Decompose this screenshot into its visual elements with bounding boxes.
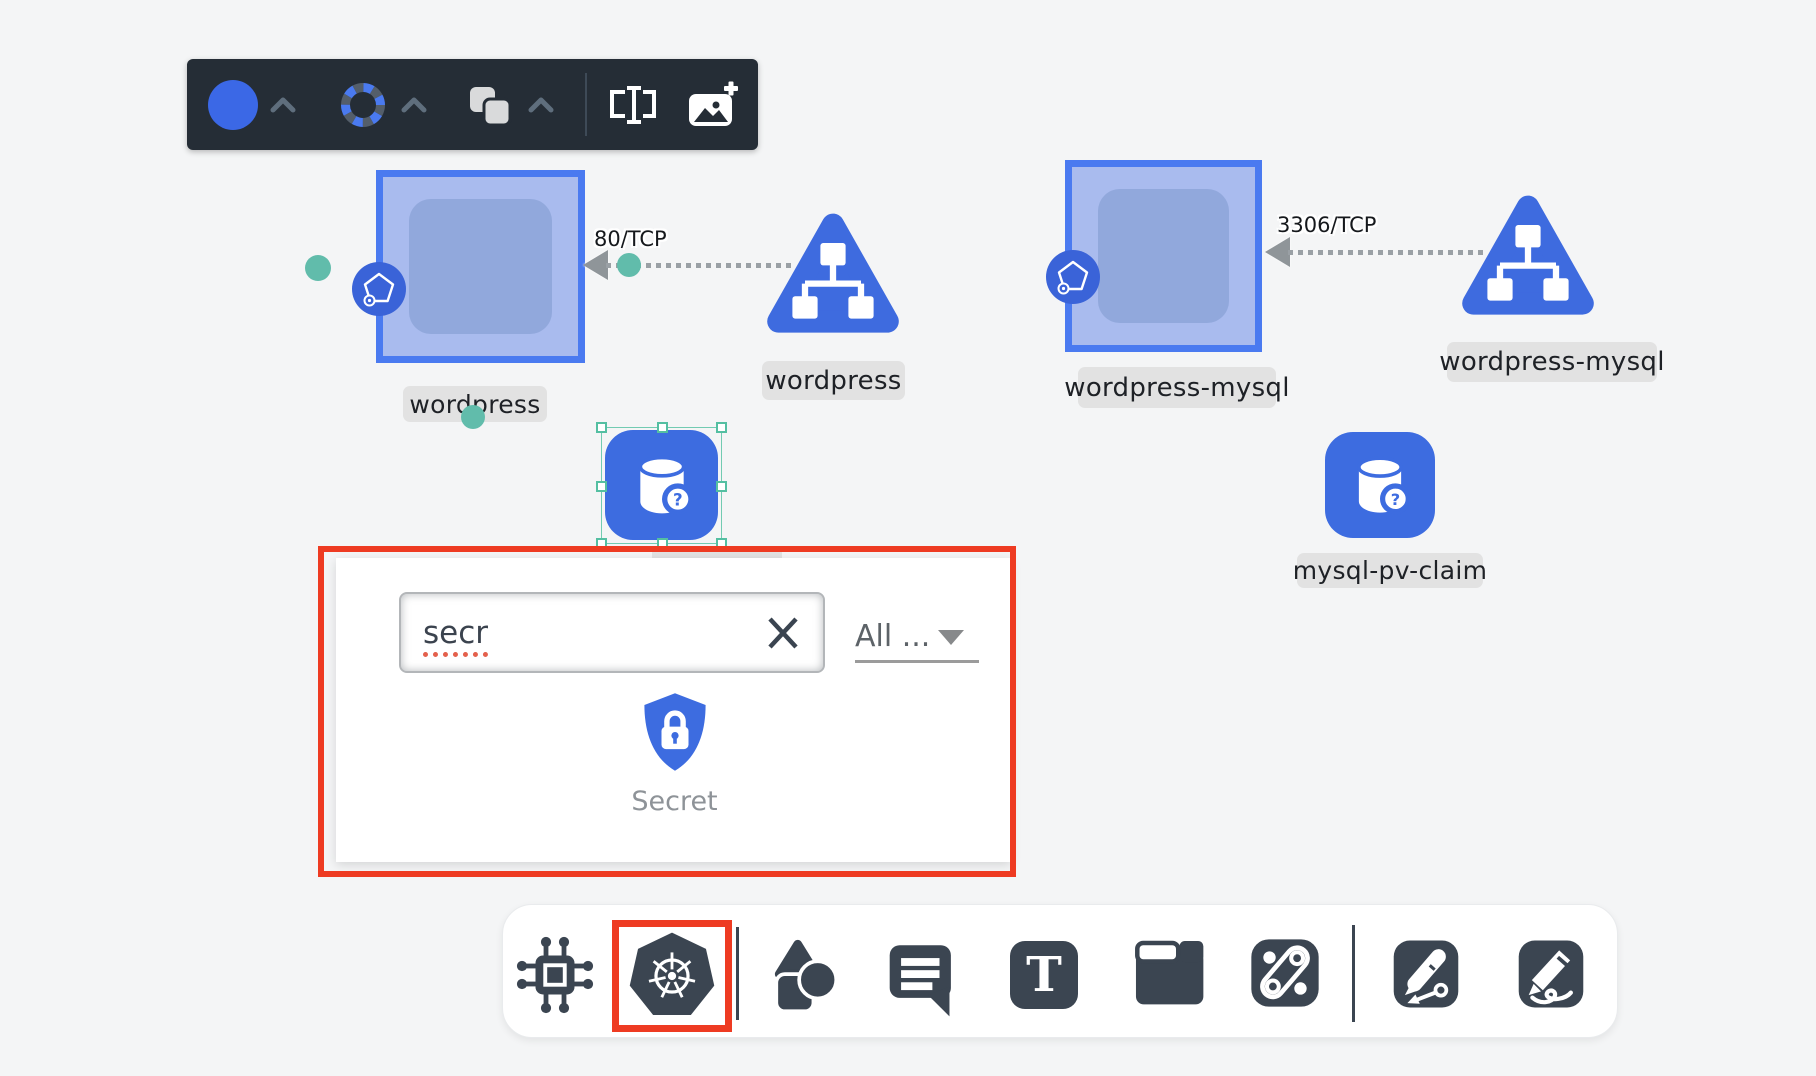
pen-connector-tool-button[interactable] (1391, 938, 1461, 1014)
toolbar-divider (736, 927, 739, 1020)
pencil-scribble-icon (1516, 938, 1586, 1010)
stroke-style-ring[interactable] (340, 82, 386, 128)
infrastructure-tool-button[interactable] (513, 933, 597, 1021)
selection-bounding-box[interactable] (601, 427, 722, 544)
freehand-pencil-tool-button[interactable] (1516, 938, 1586, 1014)
deployment-badge-icon (352, 262, 406, 316)
popup-highlight-border (318, 546, 1016, 877)
shapes-icon (762, 935, 842, 1019)
service-triangle-icon (1458, 190, 1598, 330)
node-label-wordpress-mysql-deployment[interactable]: wordpress-mysql (1078, 367, 1276, 408)
service-node-wordpress-mysql[interactable] (1458, 190, 1598, 334)
deployment-inner-rect (409, 199, 552, 334)
circuit-chip-icon (513, 933, 597, 1017)
edge-connection-dot[interactable] (617, 253, 641, 277)
deployment-node-wordpress[interactable] (376, 170, 585, 363)
shapes-tool-button[interactable] (762, 935, 842, 1023)
edge-label-80-tcp[interactable]: 80/TCP (594, 227, 667, 251)
chain-link-tool-button[interactable] (1250, 938, 1320, 1012)
style-toolbar (187, 59, 758, 150)
card-icon (1132, 938, 1206, 1010)
speech-bubble-icon (884, 938, 958, 1018)
selection-handle[interactable] (716, 422, 727, 433)
add-image-button[interactable] (686, 80, 740, 130)
fill-color-swatch[interactable] (208, 80, 258, 130)
chevron-up-icon (400, 96, 428, 114)
svg-text:?: ? (1391, 490, 1400, 509)
edge-arrowhead (583, 250, 608, 280)
edge-arrowhead (1265, 237, 1290, 267)
dashed-ring-icon (340, 82, 386, 128)
kubernetes-icon (622, 929, 722, 1023)
comment-tool-button[interactable] (884, 938, 958, 1022)
text-tool-glyph: T (1026, 947, 1062, 1003)
selection-handle[interactable] (596, 481, 607, 492)
pvc-node-mysql-pv-claim[interactable]: ? (1325, 432, 1435, 538)
chevron-up-icon (269, 96, 297, 114)
service-triangle-icon (763, 208, 903, 348)
selection-handle[interactable] (596, 422, 607, 433)
rename-field-icon (608, 85, 660, 125)
connection-point-dot[interactable] (305, 255, 331, 281)
toolbar-divider (1352, 925, 1355, 1022)
rename-button[interactable] (608, 85, 660, 125)
stroke-style-expand-chevron[interactable] (400, 96, 428, 114)
card-tool-button[interactable] (1132, 938, 1206, 1014)
fill-color-expand-chevron[interactable] (269, 96, 297, 114)
connection-point-dot[interactable] (461, 405, 485, 429)
volume-claim-icon: ? (1341, 446, 1419, 524)
chevron-up-icon (527, 96, 555, 114)
chain-link-icon (1250, 938, 1320, 1008)
service-node-wordpress[interactable] (763, 208, 903, 352)
text-tool-button[interactable]: T (1010, 941, 1078, 1009)
node-label-wordpress-mysql-service[interactable]: wordpress-mysql (1447, 342, 1657, 382)
clone-style-expand-chevron[interactable] (527, 96, 555, 114)
toolbar-divider (585, 73, 587, 136)
deployment-badge-icon (1046, 250, 1100, 304)
selection-handle[interactable] (716, 481, 727, 492)
pen-arrow-icon (1391, 938, 1461, 1010)
deployment-inner-rect (1098, 189, 1229, 323)
image-plus-icon (686, 80, 740, 130)
kubernetes-tool-button-selected[interactable] (612, 920, 732, 1032)
node-label-wordpress-service[interactable]: wordpress (762, 361, 905, 400)
selection-handle[interactable] (657, 422, 668, 433)
overlapping-squares-icon (468, 85, 514, 127)
edge-dotted-line[interactable] (1288, 250, 1484, 255)
clone-style-button[interactable] (468, 85, 514, 127)
node-label-mysql-pv-claim[interactable]: mysql-pv-claim (1297, 553, 1483, 588)
edge-label-3306-tcp[interactable]: 3306/TCP (1277, 213, 1376, 237)
